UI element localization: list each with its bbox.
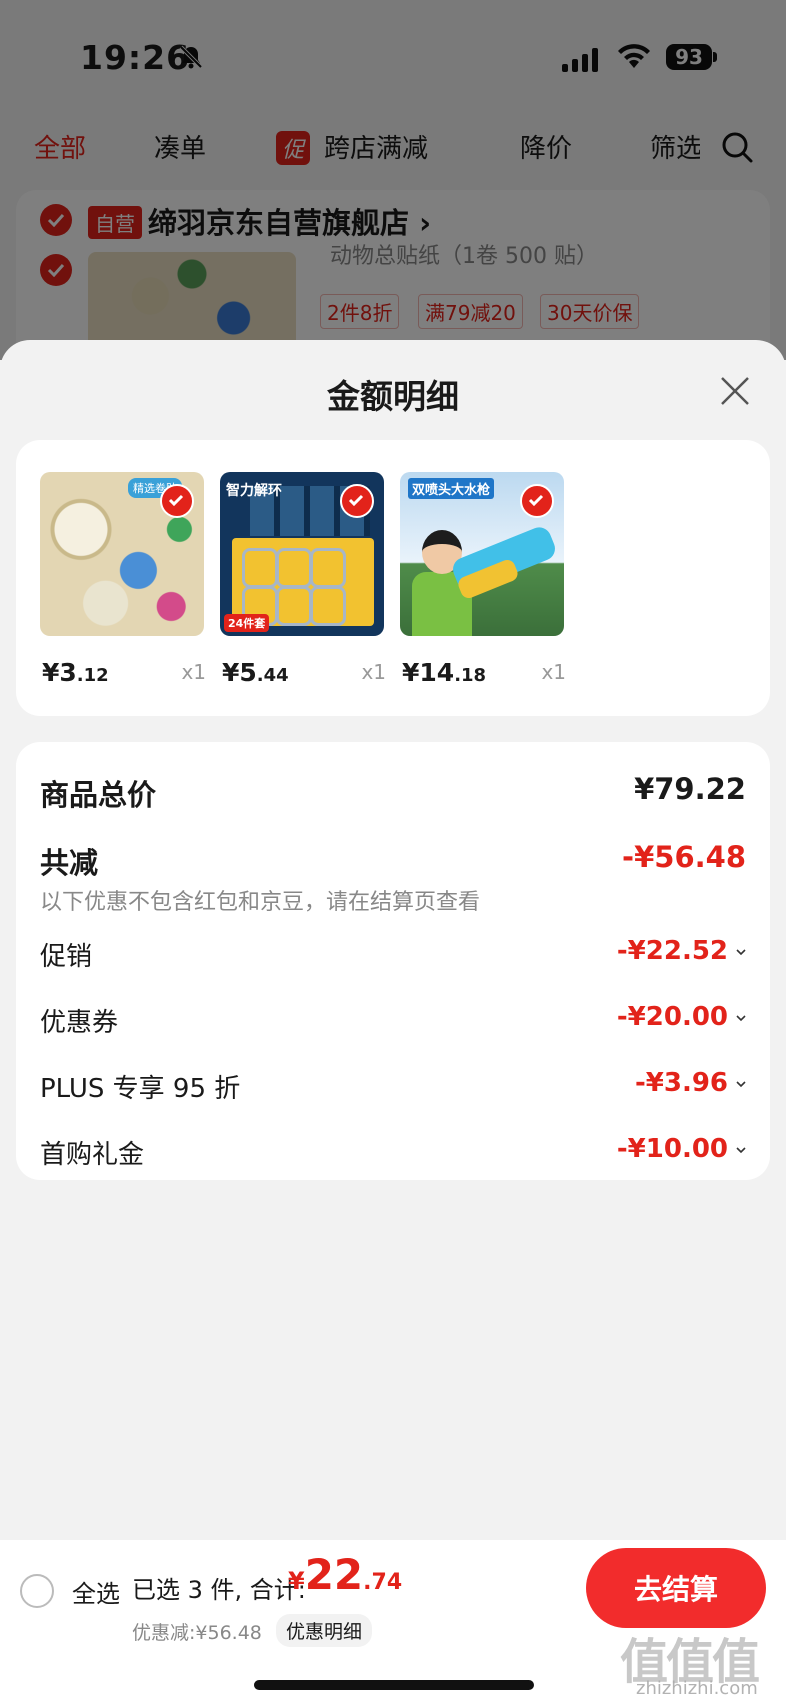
overlay-dim[interactable] [0,0,786,360]
thumb-label: 智力解环 [226,483,282,499]
coupon-label: 优惠券 [40,1008,119,1038]
thumb-count-badge: 24件套 [224,614,270,632]
summary-card: 商品总价 ¥79.22 共减 -¥56.48 以下优惠不包含红包和京豆，请在结算… [16,742,770,1180]
item-price: ¥14.18 [402,658,487,687]
coupon-row[interactable]: -¥20.00 [617,1002,746,1032]
selected-check-icon [340,484,374,518]
thumb-graphic [276,548,312,588]
item-card[interactable]: 精选卷贴 ¥3.12 x1 [40,472,206,687]
plus-discount-row[interactable]: -¥3.96 [635,1068,746,1098]
checkout-bar: 全选 已选 3 件, 合计: ¥22.74 优惠减:¥56.48 优惠明细 去结… [0,1540,786,1704]
thumb-graphic [276,586,312,626]
selected-count: 已选 3 件, 合计: [132,1576,306,1604]
select-all-radio[interactable] [20,1574,54,1608]
thumb-graphic [310,586,346,626]
thumb-graphic [232,538,374,626]
total-reduce-value: -¥56.48 [622,840,746,874]
item-card[interactable]: 双喷头大水枪 ¥14.18 x1 [400,472,566,687]
total-amount: ¥22.74 [288,1550,403,1599]
plus-discount-label: PLUS 专享 95 折 [40,1074,241,1104]
promo-value: -¥22.52 [616,936,728,966]
selected-check-icon [520,484,554,518]
chevron-down-icon [736,1014,746,1021]
first-purchase-gift-value: -¥10.00 [616,1134,728,1164]
items-card: 精选卷贴 ¥3.12 x1 智力解环 24件套 ¥5.44 x1 双喷头大水枪 … [16,440,770,716]
discount-note: 以下优惠不包含红包和京豆，请在结算页查看 [40,890,481,915]
item-card[interactable]: 智力解环 24件套 ¥5.44 x1 [220,472,386,687]
discount-detail-button[interactable]: 优惠明细 [276,1614,373,1647]
home-indicator[interactable] [254,1680,534,1690]
promo-label: 促销 [40,942,93,972]
chevron-down-icon [736,948,746,955]
item-price: ¥3.12 [42,658,109,687]
chevron-down-icon [736,1146,746,1153]
first-purchase-gift-label: 首购礼金 [40,1140,145,1170]
total-price-label: 商品总价 [40,778,157,812]
thumb-graphic [242,548,278,588]
item-qty: x1 [541,660,566,684]
water-gun-thumbnail: 双喷头大水枪 [400,472,564,636]
thumb-graphic [310,548,346,588]
thumb-label: 双喷头大水枪 [408,478,495,499]
plus-discount-value: -¥3.96 [634,1068,728,1098]
amount-detail-sheet: 金额明细 精选卷贴 ¥3.12 x1 智力解环 24件套 ¥5.44 x1 双喷… [0,340,786,1704]
puzzle-rings-thumbnail: 智力解环 24件套 [220,472,384,636]
item-qty: x1 [361,660,386,684]
item-qty: x1 [181,660,206,684]
checkout-button[interactable]: 去结算 [586,1548,766,1628]
chevron-down-icon [736,1080,746,1087]
discount-summary: 优惠减:¥56.48 [132,1622,262,1644]
close-icon[interactable] [718,374,752,408]
promo-row[interactable]: -¥22.52 [617,936,746,966]
coupon-value: -¥20.00 [616,1002,728,1032]
sticker-roll-thumbnail: 精选卷贴 [40,472,204,636]
sheet-title: 金额明细 [327,377,459,416]
total-price-value: ¥79.22 [634,772,746,806]
select-all-label[interactable]: 全选 [72,1574,120,1609]
watermark-site: zhizhizhi.com [636,1678,758,1699]
first-purchase-gift-row[interactable]: -¥10.00 [617,1134,746,1164]
selected-check-icon [160,484,194,518]
item-price: ¥5.44 [222,658,289,687]
total-reduce-label: 共减 [40,846,99,880]
